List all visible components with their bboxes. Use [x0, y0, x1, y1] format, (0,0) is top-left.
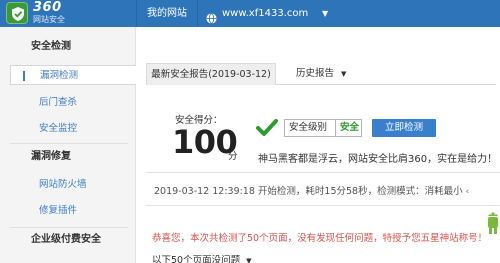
shield-icon [6, 2, 28, 24]
caret-down-icon: ▼ [341, 70, 347, 78]
detect-now-button[interactable]: 立即检测 [372, 119, 436, 137]
sidebar: 安全检测 漏洞检测 后门查杀 安全监控 漏洞修复 网站防火墙 修复插件 企业级付… [0, 27, 136, 263]
collapse-arrow-icon[interactable]: ‹ [466, 187, 470, 197]
domain-text: www.xf1433.com [222, 8, 309, 19]
score-unit: 分 [228, 151, 238, 162]
sidebar-item-firewall[interactable]: 网站防火墙 [10, 175, 136, 195]
score-quote: 神马黑客都是浮云，网站安全比肩360，实在是给力！ [258, 154, 498, 165]
divider [335, 120, 336, 136]
tab-history-label: 历史报告 [296, 68, 335, 79]
security-level-value: 安全 [340, 122, 360, 133]
sidebar-divider [10, 227, 128, 228]
logo[interactable]: 360 网站安全 [0, 0, 136, 27]
security-level-badge: 安全级别 安全 [284, 119, 362, 137]
ok-pages-label: 以下50个页面没问题 [152, 255, 241, 263]
sidebar-item-security-monitor[interactable]: 安全监控 [10, 119, 136, 139]
chevron-down-icon: ▼ [322, 9, 329, 18]
sidebar-item-label: 修复插件 [39, 205, 78, 216]
mascot-icon [486, 208, 500, 242]
logo-subtitle: 网站安全 [33, 15, 65, 24]
sidebar-divider [10, 143, 128, 144]
globe-icon [206, 8, 217, 35]
logo-number: 360 [33, 0, 62, 15]
sidebar-heading-enterprise[interactable]: 企业级付费安全 [0, 230, 136, 250]
result-message: 恭喜您，本次共检测了50个页面，没有发现任何问题，特授予您五星神站称号！ [152, 233, 488, 244]
sidebar-heading-security-check: 安全检测 [31, 41, 71, 52]
active-indicator [23, 71, 25, 81]
checkmark-icon [256, 118, 278, 142]
sidebar-item-label: 安全监控 [39, 123, 78, 134]
sidebar-item-label: 漏洞检测 [40, 70, 79, 81]
scan-summary: 2019-03-12 12:39:18 开始检测，耗时15分58秒，检测模式：消… [154, 183, 469, 197]
domain-selector[interactable]: www.xf1433.com ▼ [200, 0, 360, 27]
sidebar-item-fix-plugin[interactable]: 修复插件 [10, 201, 136, 221]
tab-latest-report[interactable]: 最新安全报告(2019-03-12) [146, 63, 276, 85]
sidebar-item-backdoor-kill[interactable]: 后门查杀 [10, 93, 136, 113]
my-site-link[interactable]: 我的网站 [136, 0, 198, 27]
sidebar-item-label: 网站防火墙 [39, 179, 87, 190]
scan-summary-text: 2019-03-12 12:39:18 开始检测，耗时15分58秒，检测模式：消… [154, 186, 463, 197]
sidebar-item-label: 后门查杀 [39, 97, 78, 108]
divider [146, 205, 500, 206]
ok-pages-toggle[interactable]: 以下50个页面没问题 ▼ [152, 252, 252, 263]
sidebar-item-vuln-scan[interactable]: 漏洞检测 [10, 65, 136, 85]
tab-history-report[interactable]: 历史报告 ▼ [296, 63, 376, 85]
sidebar-heading-vuln-fix: 漏洞修复 [31, 151, 71, 162]
caret-down-icon: ▼ [246, 257, 252, 263]
divider [146, 172, 500, 173]
report-tabs: 最新安全报告(2019-03-12) 历史报告 ▼ [146, 63, 496, 85]
security-level-label: 安全级别 [289, 122, 328, 133]
